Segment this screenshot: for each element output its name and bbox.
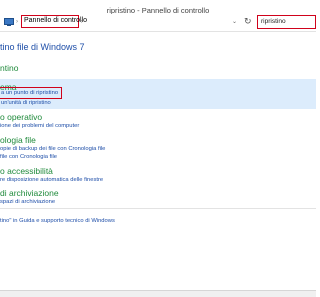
section-heading-storage[interactable]: di archiviazione [0, 188, 59, 198]
results-divider [0, 208, 316, 209]
title-bar: ripristino - Pannello di controllo [0, 0, 316, 15]
section-heading-file-history[interactable]: ologia file [0, 135, 36, 145]
control-panel-icon [4, 18, 14, 25]
breadcrumb-separator-icon[interactable]: › [16, 19, 18, 25]
search-results: tino file di Windows 7 ntino ema a un pu… [0, 32, 316, 290]
address-dropdown-icon[interactable]: ⌄ [232, 18, 237, 25]
link-storage-spaces[interactable]: spazi di archiviazione [0, 199, 55, 205]
search-input[interactable]: ripristino [257, 15, 316, 29]
link-window-arrange[interactable]: re disposizione automatica delle finestr… [0, 177, 103, 183]
link-restore-files[interactable]: file con Cronologia file [0, 154, 57, 160]
refresh-icon[interactable]: ↻ [244, 16, 252, 27]
section-heading-os[interactable]: o operativo [0, 112, 42, 122]
section-heading-recovery[interactable]: ntino [0, 63, 18, 73]
link-restore-point[interactable]: a un punto di ripristino [1, 90, 58, 96]
link-troubleshoot[interactable]: ione dei problemi del computer [0, 123, 79, 129]
address-bar: › Pannello di controllo › ⌄ ↻ ripristino [0, 14, 316, 32]
help-search-link[interactable]: tino" in Guida e supporto tecnico di Win… [0, 218, 115, 224]
section-heading-accessibility[interactable]: o accessibilità [0, 166, 53, 176]
link-recovery-drive[interactable]: un'unità di ripristino [1, 100, 51, 106]
result-title-windows7[interactable]: tino file di Windows 7 [0, 42, 85, 52]
chevron-right-icon[interactable]: › [81, 19, 83, 25]
breadcrumb-control-panel[interactable]: Pannello di controllo [21, 15, 87, 28]
link-backup-files[interactable]: opie di backup dei file con Cronologia f… [0, 146, 105, 152]
control-panel-icon-stand [7, 25, 11, 26]
